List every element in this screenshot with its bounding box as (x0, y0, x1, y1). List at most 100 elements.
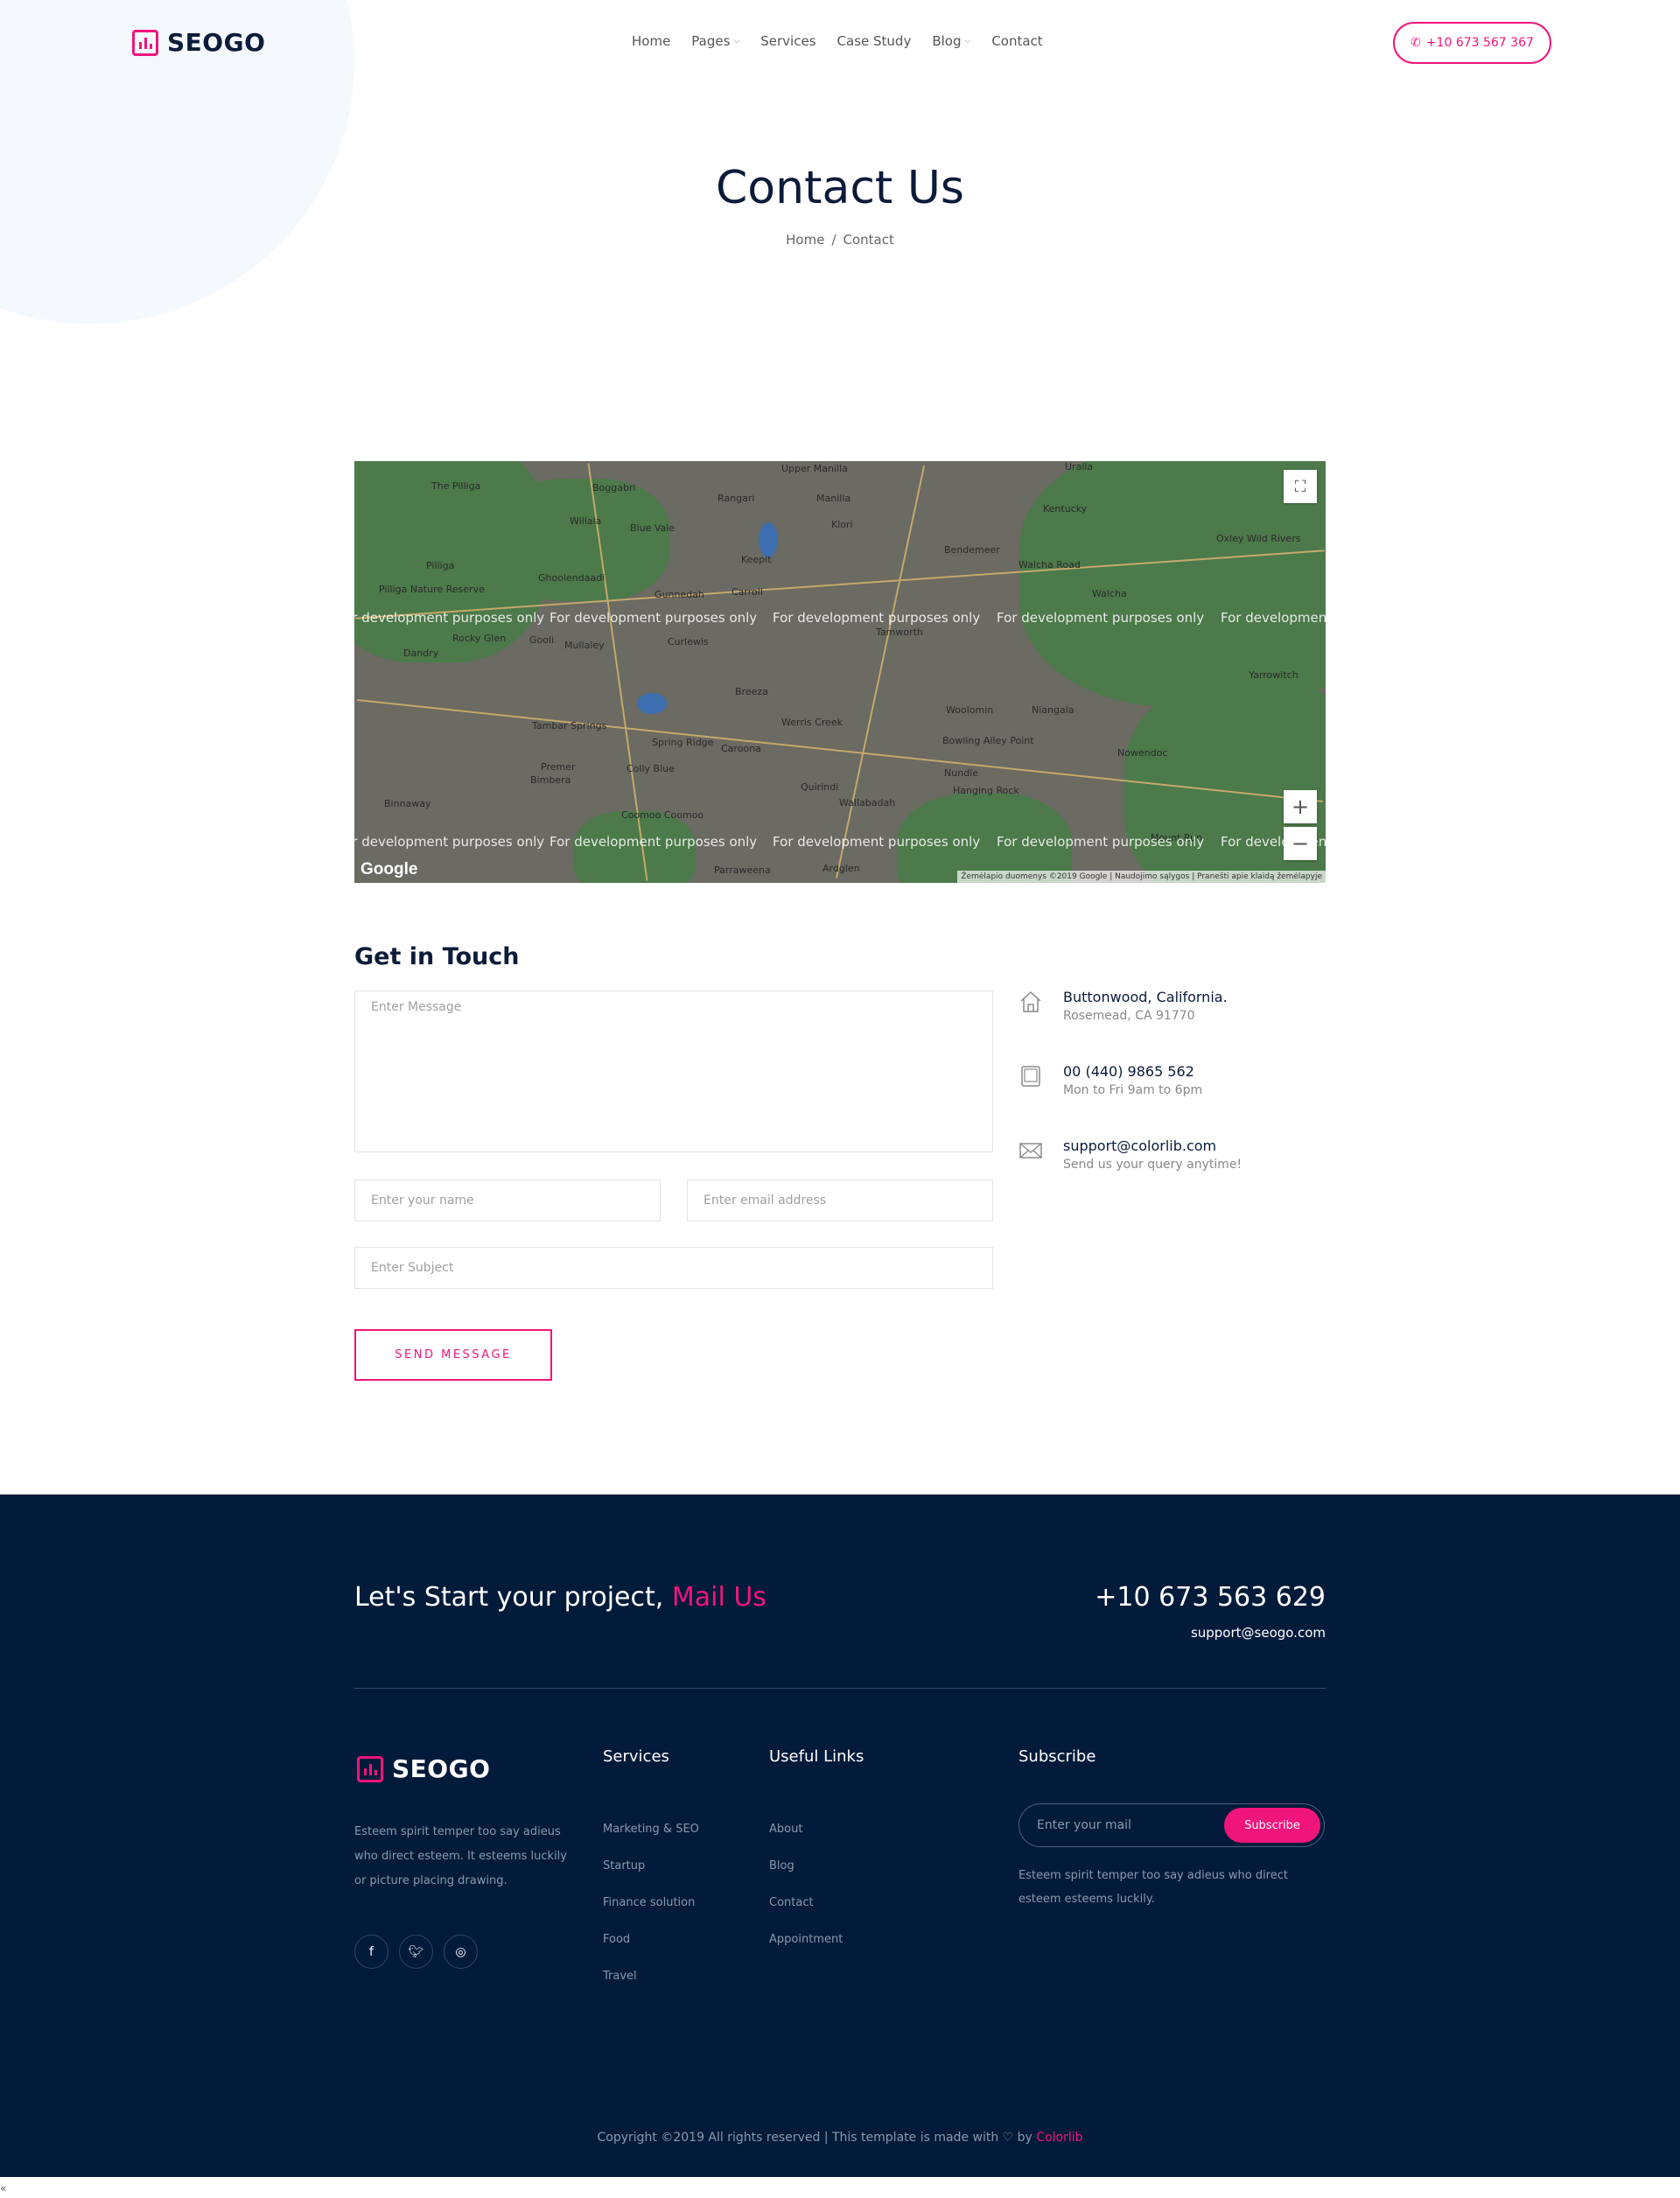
map-lake (759, 522, 778, 557)
copyright: Copyright ©2019 All rights reserved | Th… (0, 2131, 1680, 2145)
facebook-icon[interactable]: f (354, 1935, 388, 1969)
page-title: Contact Us (716, 162, 964, 214)
footer-link[interactable]: Food (603, 1922, 699, 1958)
nav-item-home[interactable]: Home (632, 33, 670, 49)
map-place: Manilla (816, 493, 851, 504)
nav-item-case-study[interactable]: Case Study (837, 33, 912, 49)
map-place: Nowendoc (1117, 747, 1168, 759)
nav-item-blog[interactable]: Blog ⌵ (932, 33, 970, 49)
home-icon (1018, 989, 1044, 1015)
footer-link[interactable]: Travel (603, 1958, 699, 1995)
map-place: Nundle (944, 767, 978, 779)
email-title[interactable]: support@colorlib.com (1063, 1138, 1242, 1154)
heart-icon: ♡ (1002, 2131, 1014, 2145)
back-to-top-icon[interactable]: « (0, 2182, 6, 2194)
footer-link[interactable]: About (769, 1811, 843, 1848)
breadcrumb-home[interactable]: Home (786, 232, 824, 248)
google-logo: Google (360, 860, 418, 878)
map-place: Niangala (1032, 704, 1074, 716)
map-place: Tamworth (876, 626, 923, 638)
map-place: Premer (541, 761, 576, 773)
footer-link[interactable]: Blog (769, 1848, 843, 1885)
breadcrumb-current: Contact (843, 232, 894, 248)
map-place: Tambar Springs (532, 720, 607, 732)
map-place: Breeza (735, 686, 768, 697)
nav-label: Case Study (836, 33, 912, 49)
nav-label: Pages (691, 33, 731, 49)
instagram-icon[interactable]: ◎ (444, 1935, 478, 1969)
mail-icon (1018, 1138, 1044, 1164)
footer-services-title: Services (603, 1747, 669, 1766)
nav-item-contact[interactable]: Contact (991, 33, 1042, 49)
subject-input[interactable]: Enter Subject (354, 1247, 993, 1289)
subscribe-desc: Esteem spirit temper too say adieus who … (1018, 1869, 1288, 1906)
map-watermark: For development purposes only (997, 834, 1205, 850)
map-place: Yarrowitch (1249, 669, 1298, 681)
map-place: Rangari (718, 493, 755, 504)
google-map[interactable]: The Pilliga Boggabri Rangari Upper Manil… (354, 461, 1326, 883)
nav-item-services[interactable]: Services (760, 33, 816, 49)
footer-link[interactable]: Contact (769, 1885, 843, 1922)
nav-item-pages[interactable]: Pages ⌵ (691, 33, 739, 49)
footer-useful-links: About Blog Contact Appointment (769, 1811, 843, 1958)
map-watermark: For development purposes only (550, 610, 758, 626)
zoom-in-button[interactable]: + (1284, 790, 1317, 823)
footer-email[interactable]: support@seogo.com (1191, 1625, 1326, 1641)
map-place: Bowling Alley Point (942, 735, 1034, 746)
email-sub: Send us your query anytime! (1063, 1158, 1242, 1172)
map-place: Willala (570, 515, 602, 527)
map-place: Caroona (721, 743, 761, 754)
footer-about: Esteem spirit temper too say adieus who … (354, 1825, 567, 1887)
map-place: Oxley Wild Rivers (1216, 533, 1301, 544)
map-place: Carroll (732, 586, 763, 598)
cta-text: Let's Start your project, (354, 1582, 664, 1613)
footer-cta: Let's Start your project, Mail Us (354, 1582, 766, 1613)
send-message-button[interactable]: SEND MESSAGE (354, 1329, 552, 1381)
name-input[interactable]: Enter your name (354, 1180, 661, 1222)
footer-link[interactable]: Startup (603, 1848, 699, 1885)
subscribe-button[interactable]: Subscribe (1224, 1808, 1320, 1843)
logo-chart-icon (357, 1755, 383, 1782)
logo[interactable]: SEOGO (132, 28, 265, 57)
footer-link[interactable]: Finance solution (603, 1885, 699, 1922)
map-place: Bimbera (530, 774, 571, 786)
twitter-icon[interactable]: 🐦︎ (399, 1935, 433, 1969)
map-watermark: For development purposes only (773, 610, 981, 626)
copyright-by: by (1017, 2131, 1032, 2145)
phone-title: 00 (440) 9865 562 (1063, 1063, 1194, 1080)
map-place: Parraweena (714, 864, 771, 876)
map-attribution[interactable]: Žemėlapio duomenys ©2019 Google | Naudoj… (957, 871, 1326, 883)
nav-label: Home (632, 33, 671, 49)
zoom-out-button[interactable]: − (1284, 827, 1317, 860)
email-input[interactable]: Enter email address (687, 1180, 993, 1222)
footer-phone[interactable]: +10 673 563 629 (1095, 1582, 1326, 1613)
message-textarea[interactable]: Enter Message (354, 990, 993, 1152)
email-placeholder: Enter email address (704, 1194, 827, 1208)
map-place: Kentucky (1043, 503, 1088, 514)
subject-placeholder: Enter Subject (371, 1261, 454, 1275)
footer-link[interactable]: Marketing & SEO (603, 1811, 699, 1848)
fullscreen-icon[interactable]: ⛶ (1284, 470, 1317, 503)
cta-mail-link[interactable]: Mail Us (672, 1582, 766, 1613)
colorlib-link[interactable]: Colorlib (1036, 2131, 1082, 2145)
map-place: Wallabadah (839, 797, 896, 808)
map-place: Klori (831, 519, 853, 530)
map-lake (637, 693, 667, 714)
map-place: Curlewis (668, 636, 709, 648)
contact-info-email: support@colorlib.com Send us your query a… (1018, 1138, 1242, 1172)
map-place: Mullaley (564, 640, 605, 651)
map-place: Gooli (529, 634, 555, 646)
header-phone-button[interactable]: ✆ +10 673 567 367 (1393, 22, 1551, 64)
footer-link[interactable]: Appointment (769, 1922, 843, 1958)
message-placeholder: Enter Message (371, 1000, 462, 1014)
site-header: SEOGO Home Pages ⌵ Services Case Study Bl… (0, 0, 1680, 86)
subscribe-input[interactable]: Enter your mail Subscribe (1018, 1803, 1325, 1847)
map-place: Bendemeer (944, 544, 1000, 556)
map-place: Pilliga (426, 560, 455, 571)
map-place: Quirindi (801, 781, 839, 793)
map-place: Coomoo Coomoo (621, 809, 704, 821)
footer-logo[interactable]: SEOGO (357, 1754, 490, 1783)
map-watermark: For development purposes only (354, 610, 545, 626)
map-place: Pilliga Nature Reserve (379, 584, 485, 595)
map-watermark: For development purposes only (354, 834, 545, 850)
